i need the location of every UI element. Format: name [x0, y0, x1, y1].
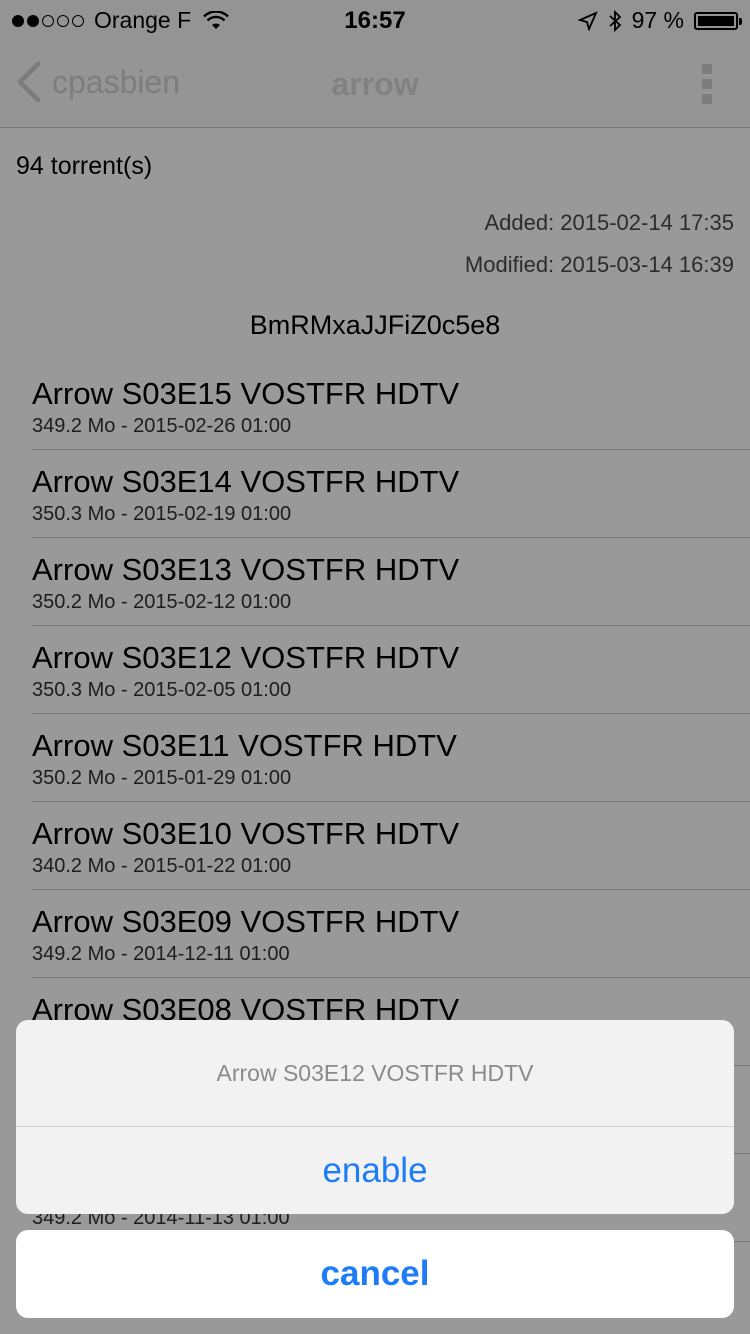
enable-button[interactable]: enable [16, 1127, 734, 1214]
action-sheet-title: Arrow S03E12 VOSTFR HDTV [16, 1020, 734, 1127]
action-sheet: Arrow S03E12 VOSTFR HDTV enable [16, 1020, 734, 1214]
cancel-button[interactable]: cancel [16, 1230, 734, 1318]
